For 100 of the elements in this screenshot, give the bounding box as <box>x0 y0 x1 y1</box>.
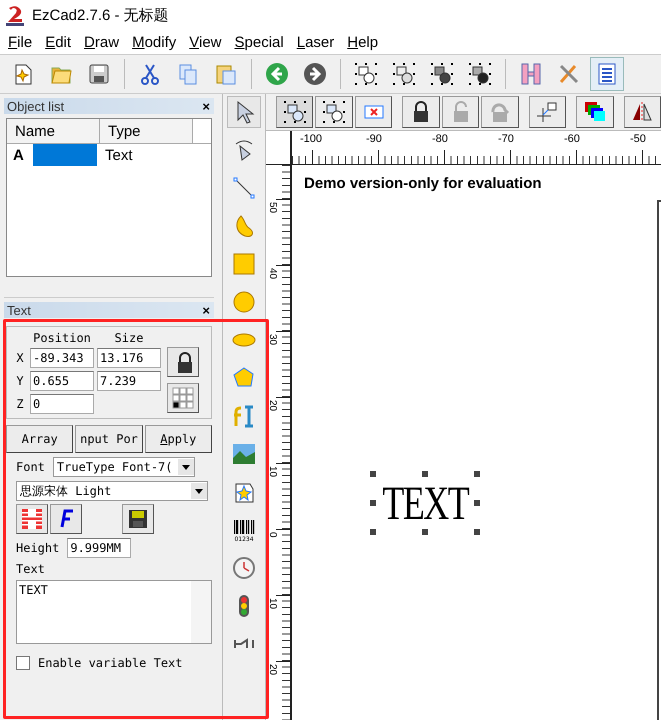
panel-button[interactable]: Apply <box>144 425 212 453</box>
caret-icon <box>194 487 204 495</box>
menu-item[interactable]: View <box>185 34 230 50</box>
app-logo-icon <box>4 4 26 26</box>
axis-label: Z <box>15 397 25 411</box>
node-shapes-icon <box>354 62 378 86</box>
toolbar-button[interactable] <box>402 96 440 128</box>
toolbar-button[interactable] <box>481 96 519 128</box>
variable-text-label: Enable variable Text <box>38 656 182 670</box>
toolbar-button[interactable] <box>528 96 566 128</box>
clock-icon <box>232 556 256 580</box>
canvas-text: TEXT <box>382 476 468 530</box>
size-field[interactable]: 13.176 <box>97 348 161 368</box>
save-icon <box>126 507 150 531</box>
name-cell[interactable] <box>33 144 97 166</box>
toolbar-button[interactable] <box>276 96 314 128</box>
ruler-label: 0 <box>267 532 278 538</box>
height-label: Height <box>16 541 60 555</box>
panel-title: Text <box>6 302 31 318</box>
type-cell-text: Text <box>104 146 133 164</box>
menu-item[interactable]: Laser <box>292 34 344 50</box>
menu-item[interactable]: Edit <box>41 34 80 50</box>
toolbar-button[interactable] <box>354 96 392 128</box>
panel-title: Object list <box>6 98 64 114</box>
font-style-button[interactable] <box>50 504 82 534</box>
axis-label: Y <box>15 374 25 388</box>
node-shapes-icon <box>430 62 454 86</box>
selection-handle[interactable] <box>422 471 428 477</box>
h-letter-icon <box>20 507 44 531</box>
node-shapes-icon <box>392 62 416 86</box>
text-input-box[interactable]: TEXT <box>16 580 212 644</box>
variable-text-checkbox[interactable] <box>16 656 30 670</box>
toolbar-button[interactable] <box>590 57 624 91</box>
ruler-label: 20 <box>267 400 278 412</box>
close-icon[interactable]: × <box>202 98 214 114</box>
size-label: Size <box>114 331 144 345</box>
selection-handle[interactable] <box>370 471 376 477</box>
ruler-label: -80 <box>432 133 448 145</box>
selection-handle[interactable] <box>474 500 480 506</box>
text-object[interactable]: TEXT <box>370 471 480 535</box>
ruler-label: -70 <box>498 133 514 145</box>
selection-handle[interactable] <box>422 529 428 535</box>
axis-label: X <box>15 351 25 365</box>
caret-icon <box>180 463 191 471</box>
font-name-select[interactable]: 思源宋体 Light <box>16 481 208 501</box>
color-layers-icon <box>582 100 607 124</box>
menu-item[interactable]: Modify <box>128 34 186 50</box>
node-shapes-icon <box>468 62 492 86</box>
ruler-label: 10 <box>267 466 278 478</box>
save-font-button[interactable] <box>122 504 154 534</box>
text-tool-icon <box>232 404 256 428</box>
grid-icon <box>171 386 195 410</box>
select-group-icon <box>282 100 307 124</box>
rectangle-icon <box>232 252 256 276</box>
font-type-select[interactable]: TrueType Font-7( <box>52 457 195 477</box>
selection-handle[interactable] <box>474 529 480 535</box>
hershey-font-button[interactable] <box>16 504 48 534</box>
ruler-label: 30 <box>267 334 278 346</box>
size-field[interactable]: 7.239 <box>97 371 161 391</box>
menu-item[interactable]: Help <box>343 34 388 50</box>
origin-axis-icon <box>535 100 560 124</box>
ruler-label: -60 <box>564 133 580 145</box>
selection-handle[interactable] <box>474 471 480 477</box>
menu-item[interactable]: Draw <box>80 34 128 50</box>
close-icon[interactable]: × <box>202 302 214 318</box>
selection-handle[interactable] <box>370 500 376 506</box>
font-label: Font <box>16 460 45 474</box>
ruler-label: 10 <box>267 598 278 610</box>
column-header[interactable]: Name <box>7 119 100 143</box>
circle-icon <box>232 290 256 314</box>
lock-button[interactable] <box>167 347 199 377</box>
ruler-label: -90 <box>366 133 382 145</box>
selection-handle[interactable] <box>370 529 376 535</box>
toolbar-button[interactable] <box>624 96 661 128</box>
demo-notice: Demo version-only for evaluation <box>304 175 542 192</box>
menu-item[interactable]: Special <box>230 34 293 50</box>
position-label: Position <box>32 331 92 345</box>
window-title: EzCad2.7.6 - 无标题 <box>32 6 169 24</box>
column-header[interactable]: Type <box>100 119 193 143</box>
position-field[interactable]: 0 <box>30 394 94 414</box>
height-field[interactable]: 9.999MM <box>67 538 132 558</box>
ruler-label: -100 <box>300 133 322 145</box>
h-letter-icon <box>519 62 543 86</box>
select-rotate-icon <box>322 100 346 124</box>
scrollbar[interactable] <box>191 581 211 643</box>
panel-button[interactable]: nput Por <box>75 425 143 453</box>
tools-icon <box>557 62 581 86</box>
landscape-image-icon <box>232 442 256 466</box>
ruler-label: 20 <box>267 664 278 676</box>
cut-icon <box>138 62 162 86</box>
toolbar-button[interactable] <box>442 96 480 128</box>
panel-button[interactable]: Array <box>6 425 74 453</box>
save-icon <box>87 62 111 86</box>
toolbar-button[interactable] <box>576 96 614 128</box>
position-field[interactable]: -89.343 <box>30 348 94 368</box>
position-field[interactable]: 0.655 <box>30 371 94 391</box>
tool-button[interactable] <box>227 96 261 128</box>
anchor-grid-button[interactable] <box>167 383 199 413</box>
toolbar-button[interactable] <box>315 96 353 128</box>
menu-item[interactable]: File <box>4 34 42 50</box>
